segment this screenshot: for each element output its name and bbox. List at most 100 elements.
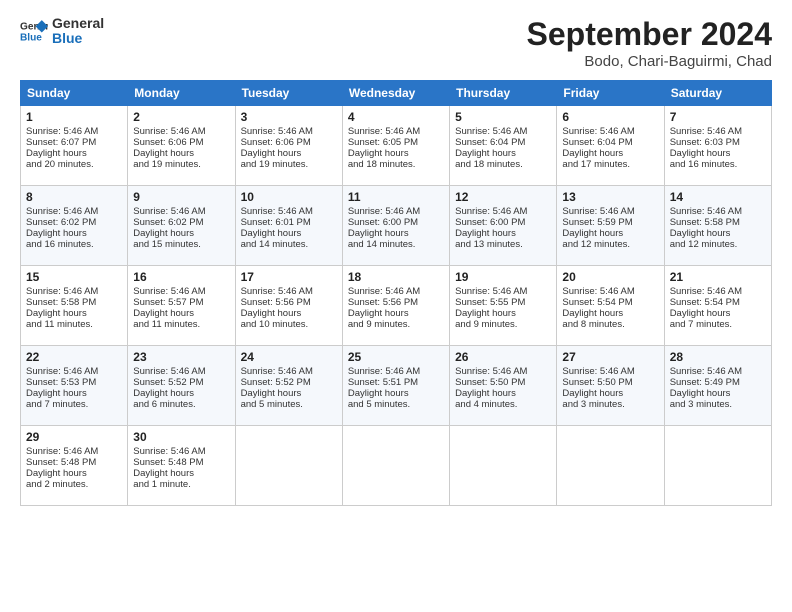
daylight-label: Daylight hours — [562, 148, 623, 159]
sunset-label: Sunset: 5:53 PM — [26, 377, 96, 388]
daylight-label: Daylight hours — [562, 388, 623, 399]
table-row — [235, 426, 342, 506]
table-row: 2 Sunrise: 5:46 AM Sunset: 6:06 PM Dayli… — [128, 106, 235, 186]
daylight-duration: and 10 minutes. — [241, 319, 309, 330]
daylight-duration: and 12 minutes. — [562, 239, 630, 250]
day-number: 23 — [133, 350, 229, 364]
col-thursday: Thursday — [450, 81, 557, 106]
daylight-duration: and 16 minutes. — [26, 239, 94, 250]
sunset-label: Sunset: 5:57 PM — [133, 297, 203, 308]
table-row: 18 Sunrise: 5:46 AM Sunset: 5:56 PM Dayl… — [342, 266, 449, 346]
sunrise-label: Sunrise: 5:46 AM — [241, 286, 313, 297]
title-block: September 2024 Bodo, Chari-Baguirmi, Cha… — [527, 16, 772, 70]
sunset-label: Sunset: 5:52 PM — [241, 377, 311, 388]
daylight-label: Daylight hours — [455, 148, 516, 159]
table-row: 15 Sunrise: 5:46 AM Sunset: 5:58 PM Dayl… — [21, 266, 128, 346]
daylight-label: Daylight hours — [348, 308, 409, 319]
col-tuesday: Tuesday — [235, 81, 342, 106]
day-number: 9 — [133, 190, 229, 204]
sunrise-label: Sunrise: 5:46 AM — [348, 206, 420, 217]
daylight-duration: and 14 minutes. — [348, 239, 416, 250]
sunrise-label: Sunrise: 5:46 AM — [455, 366, 527, 377]
daylight-duration: and 4 minutes. — [455, 399, 517, 410]
sunrise-label: Sunrise: 5:46 AM — [26, 286, 98, 297]
sunset-label: Sunset: 6:01 PM — [241, 217, 311, 228]
calendar-table: Sunday Monday Tuesday Wednesday Thursday… — [20, 80, 772, 506]
table-row: 14 Sunrise: 5:46 AM Sunset: 5:58 PM Dayl… — [664, 186, 771, 266]
sunset-label: Sunset: 6:06 PM — [241, 137, 311, 148]
daylight-duration: and 13 minutes. — [455, 239, 523, 250]
daylight-label: Daylight hours — [455, 388, 516, 399]
daylight-duration: and 7 minutes. — [670, 319, 732, 330]
daylight-label: Daylight hours — [241, 148, 302, 159]
sunset-label: Sunset: 5:54 PM — [562, 297, 632, 308]
sunrise-label: Sunrise: 5:46 AM — [348, 366, 420, 377]
sunset-label: Sunset: 5:48 PM — [133, 457, 203, 468]
day-number: 8 — [26, 190, 122, 204]
daylight-duration: and 6 minutes. — [133, 399, 195, 410]
sunrise-label: Sunrise: 5:46 AM — [562, 286, 634, 297]
day-number: 30 — [133, 430, 229, 444]
col-saturday: Saturday — [664, 81, 771, 106]
daylight-label: Daylight hours — [670, 308, 731, 319]
table-row: 28 Sunrise: 5:46 AM Sunset: 5:49 PM Dayl… — [664, 346, 771, 426]
daylight-label: Daylight hours — [133, 228, 194, 239]
table-row: 17 Sunrise: 5:46 AM Sunset: 5:56 PM Dayl… — [235, 266, 342, 346]
sunrise-label: Sunrise: 5:46 AM — [26, 206, 98, 217]
table-row: 19 Sunrise: 5:46 AM Sunset: 5:55 PM Dayl… — [450, 266, 557, 346]
sunset-label: Sunset: 5:52 PM — [133, 377, 203, 388]
day-number: 7 — [670, 110, 766, 124]
sunset-label: Sunset: 5:50 PM — [562, 377, 632, 388]
month-year: September 2024 — [527, 16, 772, 53]
table-row: 12 Sunrise: 5:46 AM Sunset: 6:00 PM Dayl… — [450, 186, 557, 266]
sunrise-label: Sunrise: 5:46 AM — [455, 126, 527, 137]
table-row: 30 Sunrise: 5:46 AM Sunset: 5:48 PM Dayl… — [128, 426, 235, 506]
sunrise-label: Sunrise: 5:46 AM — [562, 126, 634, 137]
table-row: 7 Sunrise: 5:46 AM Sunset: 6:03 PM Dayli… — [664, 106, 771, 186]
table-row: 27 Sunrise: 5:46 AM Sunset: 5:50 PM Dayl… — [557, 346, 664, 426]
day-number: 27 — [562, 350, 658, 364]
day-number: 22 — [26, 350, 122, 364]
table-row: 3 Sunrise: 5:46 AM Sunset: 6:06 PM Dayli… — [235, 106, 342, 186]
table-row: 21 Sunrise: 5:46 AM Sunset: 5:54 PM Dayl… — [664, 266, 771, 346]
table-row: 24 Sunrise: 5:46 AM Sunset: 5:52 PM Dayl… — [235, 346, 342, 426]
sunset-label: Sunset: 6:02 PM — [133, 217, 203, 228]
logo: General Blue General Blue — [20, 16, 104, 47]
day-number: 26 — [455, 350, 551, 364]
location: Bodo, Chari-Baguirmi, Chad — [527, 53, 772, 70]
day-number: 21 — [670, 270, 766, 284]
col-wednesday: Wednesday — [342, 81, 449, 106]
week-row-3: 22 Sunrise: 5:46 AM Sunset: 5:53 PM Dayl… — [21, 346, 772, 426]
sunrise-label: Sunrise: 5:46 AM — [26, 126, 98, 137]
daylight-label: Daylight hours — [670, 228, 731, 239]
sunset-label: Sunset: 5:49 PM — [670, 377, 740, 388]
col-sunday: Sunday — [21, 81, 128, 106]
week-row-1: 8 Sunrise: 5:46 AM Sunset: 6:02 PM Dayli… — [21, 186, 772, 266]
day-number: 10 — [241, 190, 337, 204]
table-row: 22 Sunrise: 5:46 AM Sunset: 5:53 PM Dayl… — [21, 346, 128, 426]
daylight-duration: and 2 minutes. — [26, 479, 88, 490]
daylight-duration: and 18 minutes. — [455, 159, 523, 170]
sunset-label: Sunset: 5:54 PM — [670, 297, 740, 308]
table-row: 10 Sunrise: 5:46 AM Sunset: 6:01 PM Dayl… — [235, 186, 342, 266]
daylight-duration: and 12 minutes. — [670, 239, 738, 250]
logo-general: General — [52, 16, 104, 31]
day-number: 24 — [241, 350, 337, 364]
table-row: 23 Sunrise: 5:46 AM Sunset: 5:52 PM Dayl… — [128, 346, 235, 426]
sunrise-label: Sunrise: 5:46 AM — [670, 286, 742, 297]
col-monday: Monday — [128, 81, 235, 106]
week-row-0: 1 Sunrise: 5:46 AM Sunset: 6:07 PM Dayli… — [21, 106, 772, 186]
daylight-label: Daylight hours — [562, 228, 623, 239]
sunset-label: Sunset: 5:55 PM — [455, 297, 525, 308]
table-row: 20 Sunrise: 5:46 AM Sunset: 5:54 PM Dayl… — [557, 266, 664, 346]
sunrise-label: Sunrise: 5:46 AM — [670, 206, 742, 217]
sunset-label: Sunset: 5:58 PM — [26, 297, 96, 308]
day-number: 15 — [26, 270, 122, 284]
sunrise-label: Sunrise: 5:46 AM — [670, 126, 742, 137]
daylight-duration: and 5 minutes. — [348, 399, 410, 410]
daylight-label: Daylight hours — [26, 148, 87, 159]
daylight-label: Daylight hours — [241, 228, 302, 239]
day-number: 14 — [670, 190, 766, 204]
sunset-label: Sunset: 6:04 PM — [455, 137, 525, 148]
daylight-duration: and 18 minutes. — [348, 159, 416, 170]
